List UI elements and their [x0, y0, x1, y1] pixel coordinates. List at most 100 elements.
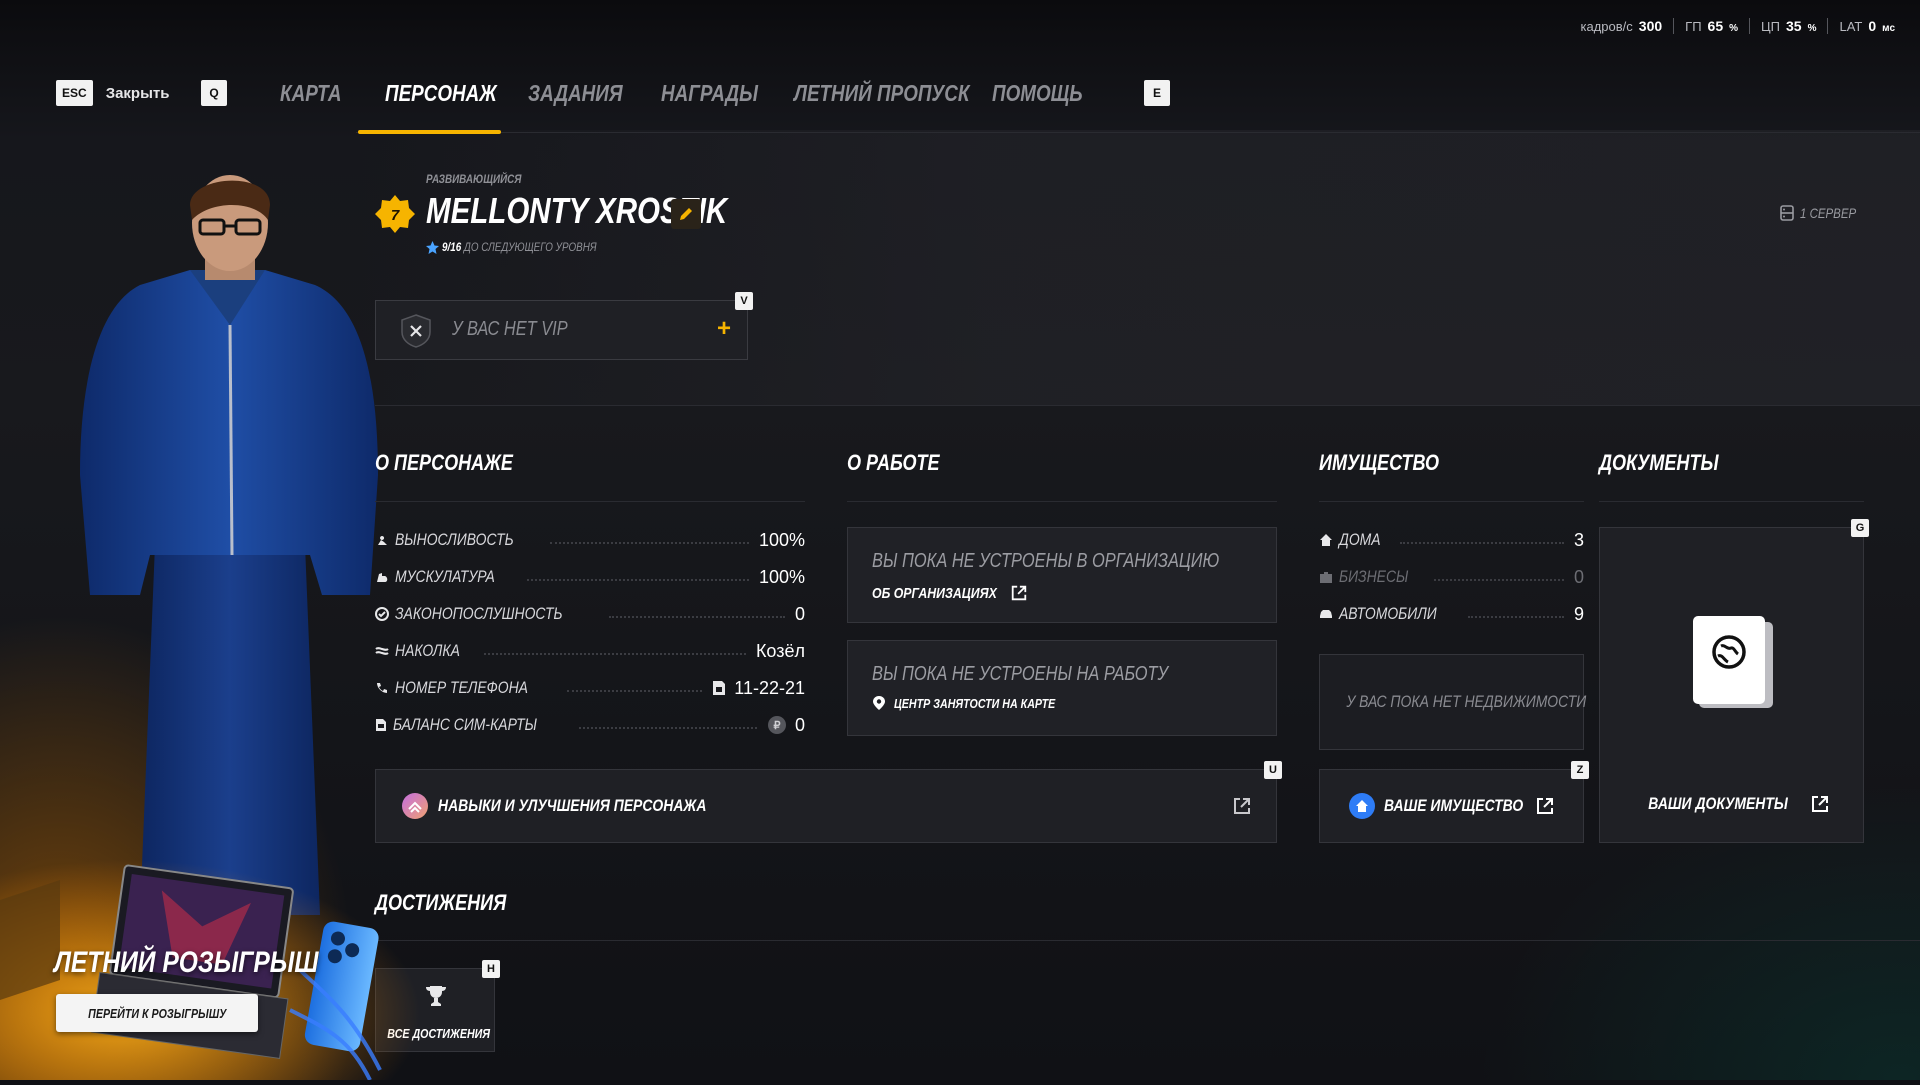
close-menu[interactable]: ESC Закрыть — [56, 76, 169, 110]
stat-value: 100% — [758, 529, 805, 550]
job-center-link[interactable]: Центр занятости на карте — [872, 695, 1091, 711]
gpu-unit: % — [1729, 23, 1739, 34]
server-label: 1 сервер — [1799, 205, 1856, 221]
gpu-label: ГП — [1685, 19, 1702, 34]
skills-button[interactable]: Навыки и улучшения персонажа U — [375, 761, 1282, 843]
stat-row-law: Законопослушность 0 — [375, 604, 805, 624]
organizations-link[interactable]: Об организациях — [872, 584, 1028, 602]
property-title: Имущество — [1319, 450, 1440, 475]
organizations-link-label: Об организациях — [872, 584, 997, 602]
organization-status: Вы пока не устроены в организацию — [872, 550, 1220, 572]
no-real-estate-card: У вас пока нет недвижимости — [1319, 654, 1587, 750]
fps-label: кадров/с — [1580, 19, 1633, 34]
tab-map[interactable]: Карта — [280, 80, 342, 107]
skills-label: Навыки и улучшения персонажа — [438, 796, 707, 815]
property-label: Бизнесы — [1339, 567, 1409, 586]
car-icon — [1320, 610, 1332, 618]
xp-suffix: до следующего уровня — [463, 240, 597, 254]
stat-label: Наколка — [395, 641, 460, 660]
no-vip-icon — [401, 314, 431, 348]
property-button-label: Ваше имущество — [1383, 796, 1523, 815]
sim-card-icon — [713, 681, 726, 695]
property-row-cars: Автомобили 9 — [1319, 604, 1584, 624]
achievements-hotkey: H — [482, 960, 500, 978]
stat-row-tattoo: Наколка Козёл — [375, 641, 805, 661]
xp-total: /16 — [447, 240, 462, 254]
go-to-giveaway-label: Перейти к розыгрышу — [87, 1005, 227, 1021]
tab-summer-pass[interactable]: Летний пропуск — [794, 80, 969, 107]
stat-value: 11-22-21 — [734, 677, 805, 698]
level-badge: 7 — [374, 193, 416, 235]
about-title: О персонаже — [375, 450, 513, 475]
cpu-label: ЦП — [1761, 19, 1780, 34]
phone-icon — [377, 683, 387, 693]
close-label[interactable]: Закрыть — [106, 85, 170, 102]
gpu-value: 65 — [1707, 18, 1724, 34]
skills-hotkey: U — [1264, 761, 1282, 779]
documents-button-label: Ваши документы — [1648, 794, 1789, 813]
next-tab-key[interactable]: E — [1144, 80, 1170, 106]
home-icon — [1348, 793, 1375, 819]
work-title: О работе — [847, 450, 940, 475]
property-row-houses: Дома 3 — [1319, 530, 1584, 550]
external-link-icon — [1811, 796, 1828, 812]
job-status: Вы пока не устроены на работу — [872, 663, 1169, 685]
go-to-giveaway-button[interactable]: Перейти к розыгрышу — [56, 994, 258, 1032]
stat-value: Козёл — [755, 640, 805, 661]
stat-label: Законопослушность — [395, 604, 563, 623]
stat-value: 0 — [794, 603, 805, 624]
skills-icon — [402, 793, 428, 819]
active-tab-indicator — [358, 130, 501, 134]
latency-stat: LAT 0 мс — [1827, 18, 1906, 34]
trophy-icon — [426, 986, 446, 1006]
prev-tab-key[interactable]: Q — [201, 80, 227, 106]
stat-row-phone: Номер телефона 11-22-21 — [375, 678, 805, 698]
property-value: 3 — [1573, 529, 1584, 550]
esc-key[interactable]: ESC — [56, 80, 93, 106]
sim-icon — [376, 719, 386, 731]
tab-help[interactable]: Помощь — [992, 80, 1083, 107]
documents-button[interactable]: Ваши документы G — [1599, 519, 1869, 843]
character-model — [60, 175, 390, 915]
map-pin-icon — [873, 696, 885, 710]
stat-row-sim-balance: Баланс сим-карты ₽ 0 — [375, 715, 805, 735]
no-real-estate-text: У вас пока нет недвижимости — [1346, 692, 1587, 711]
stat-label: Баланс сим-карты — [393, 715, 537, 734]
stat-row-muscles: Мускулатура 100% — [375, 567, 805, 587]
house-icon — [1320, 534, 1332, 546]
external-link-icon — [1234, 798, 1250, 814]
level-number: 7 — [391, 207, 400, 224]
xp-progress: 9/16 до следующего уровня — [426, 240, 630, 254]
business-icon — [1320, 572, 1332, 583]
fps-stat: кадров/с 300 — [1570, 18, 1674, 34]
vip-add-icon[interactable]: + — [717, 315, 731, 343]
tab-quests[interactable]: Задания — [528, 80, 623, 107]
property-hotkey: Z — [1571, 761, 1589, 779]
property-value: 9 — [1573, 603, 1584, 624]
tab-character[interactable]: Персонаж — [385, 80, 497, 107]
latency-unit: мс — [1882, 23, 1895, 34]
edit-name-button[interactable] — [671, 199, 701, 229]
vip-panel[interactable]: У вас нет VIP + V — [375, 292, 753, 360]
property-label: Автомобили — [1339, 604, 1437, 623]
passport-icon — [1693, 616, 1773, 708]
server-indicator: 1 сервер — [1779, 205, 1868, 221]
section-divider — [375, 405, 1920, 406]
external-link-icon — [1537, 798, 1554, 814]
property-value: 0 — [1573, 566, 1584, 587]
gpu-stat: ГП 65% — [1673, 18, 1749, 34]
property-button[interactable]: Ваше имущество Z — [1319, 761, 1589, 843]
latency-value: 0 — [1868, 18, 1877, 34]
documents-title: Документы — [1599, 450, 1719, 475]
about-title-line — [375, 501, 805, 502]
performance-stats: кадров/с 300 ГП 65% ЦП 35% LAT 0 мс — [1570, 18, 1906, 34]
cpu-unit: % — [1807, 23, 1817, 34]
law-icon — [375, 607, 389, 621]
star-icon — [426, 240, 439, 254]
header-banner — [360, 130, 1920, 405]
stat-value: 0 — [794, 714, 805, 735]
stat-label: Выносливость — [395, 530, 514, 549]
fps-value: 300 — [1638, 18, 1663, 34]
stat-label: Мускулатура — [395, 567, 495, 586]
tab-rewards[interactable]: Награды — [661, 80, 758, 107]
